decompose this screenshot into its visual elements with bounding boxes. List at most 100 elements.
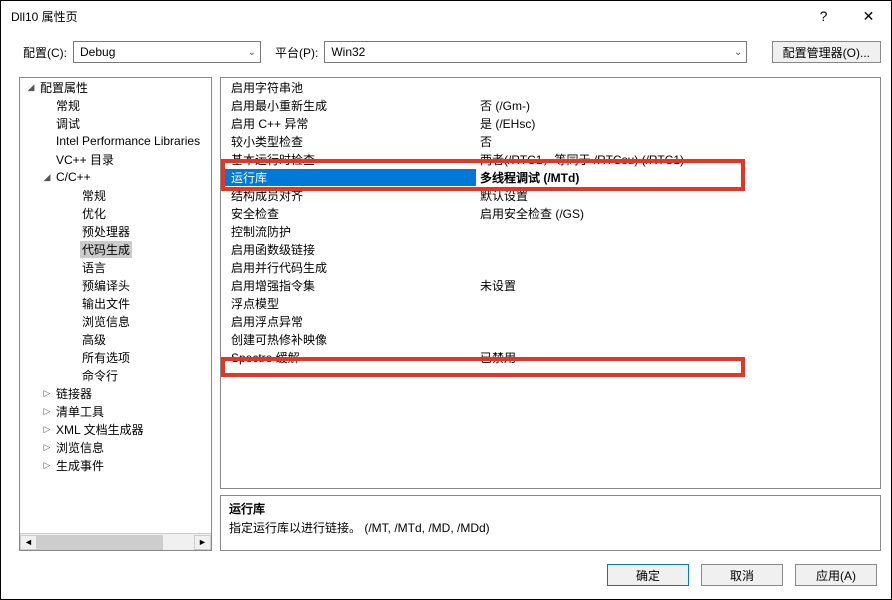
tree-item-label: VC++ 目录 [54, 151, 116, 168]
tree-item[interactable]: 代码生成 [20, 240, 211, 258]
property-label: 较小类型检查 [221, 133, 476, 150]
property-value[interactable]: 两者(/RTC1，等同于 /RTCsu) (/RTC1) [476, 151, 880, 168]
property-label: Spectre 缓解 [221, 349, 476, 366]
tree-item[interactable]: 优化 [20, 204, 211, 222]
tree-item-label: 浏览信息 [54, 439, 106, 456]
tree-item-label: 链接器 [54, 385, 94, 402]
property-value[interactable]: 多线程调试 (/MTd) [476, 169, 880, 186]
platform-combo[interactable]: Win32 ⌄ [324, 41, 747, 63]
property-value[interactable]: 否 [476, 133, 880, 150]
tree-item[interactable]: 高级 [20, 330, 211, 348]
tree-item[interactable]: ▷链接器 [20, 384, 211, 402]
tree-item[interactable]: VC++ 目录 [20, 150, 211, 168]
tree-pane: ◢配置属性常规调试Intel Performance LibrariesVC++… [19, 77, 212, 551]
tree: ◢配置属性常规调试Intel Performance LibrariesVC++… [20, 78, 211, 474]
property-row[interactable]: Spectre 缓解已禁用 [221, 348, 880, 366]
property-row[interactable]: 启用最小重新生成否 (/Gm-) [221, 96, 880, 114]
property-value[interactable]: 未设置 [476, 277, 880, 294]
tree-item[interactable]: ◢C/C++ [20, 168, 211, 186]
property-grid[interactable]: 启用字符串池启用最小重新生成否 (/Gm-)启用 C++ 异常是 (/EHsc)… [220, 77, 881, 489]
tree-item-label: Intel Performance Libraries [54, 134, 202, 148]
tree-collapsed-icon[interactable]: ▷ [42, 424, 52, 435]
tree-item-label: 命令行 [80, 367, 120, 384]
tree-item[interactable]: 预编译头 [20, 276, 211, 294]
tree-item-label: 清单工具 [54, 403, 106, 420]
tree-collapsed-icon[interactable]: ▷ [42, 388, 52, 399]
tree-item[interactable]: ▷XML 文档生成器 [20, 420, 211, 438]
help-button[interactable]: ? [801, 1, 846, 31]
tree-item-label: 优化 [80, 205, 108, 222]
titlebar: Dll10 属性页 ? ✕ [1, 1, 891, 31]
property-row[interactable]: 安全检查启用安全检查 (/GS) [221, 204, 880, 222]
scroll-thumb[interactable] [37, 535, 163, 550]
tree-item[interactable]: 常规 [20, 96, 211, 114]
property-label: 结构成员对齐 [221, 187, 476, 204]
close-button[interactable]: ✕ [846, 1, 891, 31]
tree-item-label: 高级 [80, 331, 108, 348]
property-row[interactable]: 结构成员对齐默认设置 [221, 186, 880, 204]
scroll-track[interactable] [37, 535, 194, 550]
property-row[interactable]: 启用函数级链接 [221, 240, 880, 258]
tree-item[interactable]: 输出文件 [20, 294, 211, 312]
tree-item[interactable]: ▷浏览信息 [20, 438, 211, 456]
scroll-right-arrow-icon[interactable]: ► [194, 535, 211, 550]
platform-value: Win32 [331, 45, 730, 59]
property-row[interactable]: 创建可热修补映像 [221, 330, 880, 348]
tree-item-label: 浏览信息 [80, 313, 132, 330]
tree-item-label: 常规 [80, 187, 108, 204]
config-combo[interactable]: Debug ⌄ [73, 41, 261, 63]
tree-item[interactable]: 浏览信息 [20, 312, 211, 330]
tree-item[interactable]: 常规 [20, 186, 211, 204]
tree-item-label: 配置属性 [38, 79, 90, 96]
property-row[interactable]: 浮点模型 [221, 294, 880, 312]
property-value[interactable]: 是 (/EHsc) [476, 115, 880, 132]
property-row[interactable]: 启用字符串池 [221, 78, 880, 96]
tree-item[interactable]: 调试 [20, 114, 211, 132]
tree-item[interactable]: ▷清单工具 [20, 402, 211, 420]
property-row[interactable]: 较小类型检查否 [221, 132, 880, 150]
property-row[interactable]: 控制流防护 [221, 222, 880, 240]
property-label: 创建可热修补映像 [221, 331, 476, 348]
property-value[interactable]: 默认设置 [476, 187, 880, 204]
property-row[interactable]: 启用 C++ 异常是 (/EHsc) [221, 114, 880, 132]
tree-expanded-icon[interactable]: ◢ [42, 172, 52, 183]
tree-collapsed-icon[interactable]: ▷ [42, 460, 52, 471]
property-value[interactable]: 已禁用 [476, 349, 880, 366]
tree-item[interactable]: ▷生成事件 [20, 456, 211, 474]
tree-item[interactable]: 所有选项 [20, 348, 211, 366]
property-row[interactable]: 启用浮点异常 [221, 312, 880, 330]
tree-collapsed-icon[interactable]: ▷ [42, 442, 52, 453]
chevron-down-icon: ⌄ [244, 47, 256, 58]
property-row[interactable]: 运行库多线程调试 (/MTd) [221, 168, 880, 186]
property-value[interactable]: 否 (/Gm-) [476, 97, 880, 114]
body: ◢配置属性常规调试Intel Performance LibrariesVC++… [1, 63, 891, 551]
ok-button[interactable]: 确定 [607, 564, 689, 586]
scroll-left-arrow-icon[interactable]: ◄ [20, 535, 37, 550]
property-label: 安全检查 [221, 205, 476, 222]
property-label: 运行库 [221, 169, 476, 186]
property-row[interactable]: 启用并行代码生成 [221, 258, 880, 276]
tree-collapsed-icon[interactable]: ▷ [42, 406, 52, 417]
tree-scroll[interactable]: ◢配置属性常规调试Intel Performance LibrariesVC++… [20, 78, 211, 533]
cancel-button[interactable]: 取消 [701, 564, 783, 586]
tree-item-label: 预处理器 [80, 223, 132, 240]
tree-item[interactable]: Intel Performance Libraries [20, 132, 211, 150]
apply-button[interactable]: 应用(A) [795, 564, 877, 586]
config-label: 配置(C): [23, 44, 67, 61]
property-row[interactable]: 基本运行时检查两者(/RTC1，等同于 /RTCsu) (/RTC1) [221, 150, 880, 168]
property-page-window: Dll10 属性页 ? ✕ 配置(C): Debug ⌄ 平台(P): Win3… [0, 0, 892, 600]
config-bar: 配置(C): Debug ⌄ 平台(P): Win32 ⌄ 配置管理器(O)..… [1, 31, 891, 63]
tree-item-label: 代码生成 [80, 241, 132, 258]
platform-label: 平台(P): [275, 44, 318, 61]
property-label: 启用函数级链接 [221, 241, 476, 258]
tree-item[interactable]: ◢配置属性 [20, 78, 211, 96]
property-value[interactable]: 启用安全检查 (/GS) [476, 205, 880, 222]
config-manager-button[interactable]: 配置管理器(O)... [772, 41, 881, 63]
tree-item[interactable]: 语言 [20, 258, 211, 276]
tree-horizontal-scrollbar[interactable]: ◄ ► [20, 533, 211, 550]
tree-expanded-icon[interactable]: ◢ [26, 82, 36, 93]
property-row[interactable]: 启用增强指令集未设置 [221, 276, 880, 294]
tree-item[interactable]: 预处理器 [20, 222, 211, 240]
tree-item[interactable]: 命令行 [20, 366, 211, 384]
tree-item-label: C/C++ [54, 170, 93, 184]
